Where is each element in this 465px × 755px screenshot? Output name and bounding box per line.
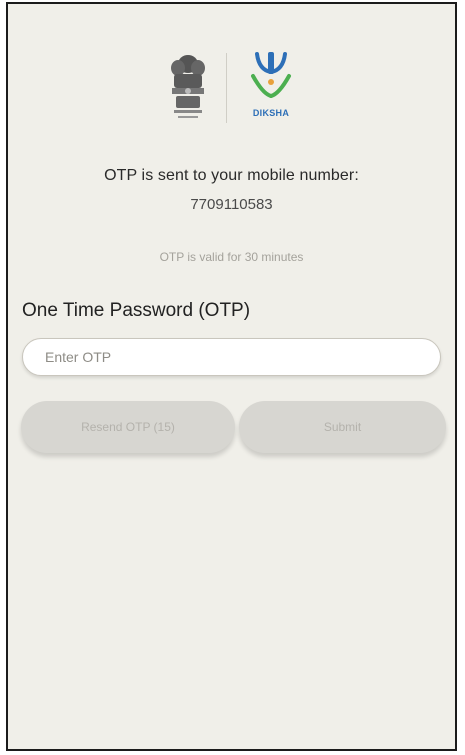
diksha-label: DIKSHA <box>252 108 290 118</box>
header-logos: DIKSHA <box>8 50 455 126</box>
app-screen: DIKSHA OTP is sent to your mobile number… <box>6 2 457 751</box>
national-emblem-icon <box>171 55 205 118</box>
diksha-logo-icon <box>251 52 291 98</box>
otp-input[interactable] <box>22 338 441 376</box>
resend-otp-button[interactable]: Resend OTP (15) <box>21 401 235 453</box>
diksha-logo: DIKSHA <box>245 50 297 126</box>
otp-validity-message: OTP is valid for 30 minutes <box>159 250 304 264</box>
logo-divider <box>226 53 227 123</box>
otp-field-label: One Time Password (OTP) <box>22 300 251 321</box>
otp-sent-message: OTP is sent to your mobile number: <box>104 167 359 184</box>
submit-button[interactable]: Submit <box>239 401 446 453</box>
phone-number: 7709110583 <box>190 196 273 213</box>
